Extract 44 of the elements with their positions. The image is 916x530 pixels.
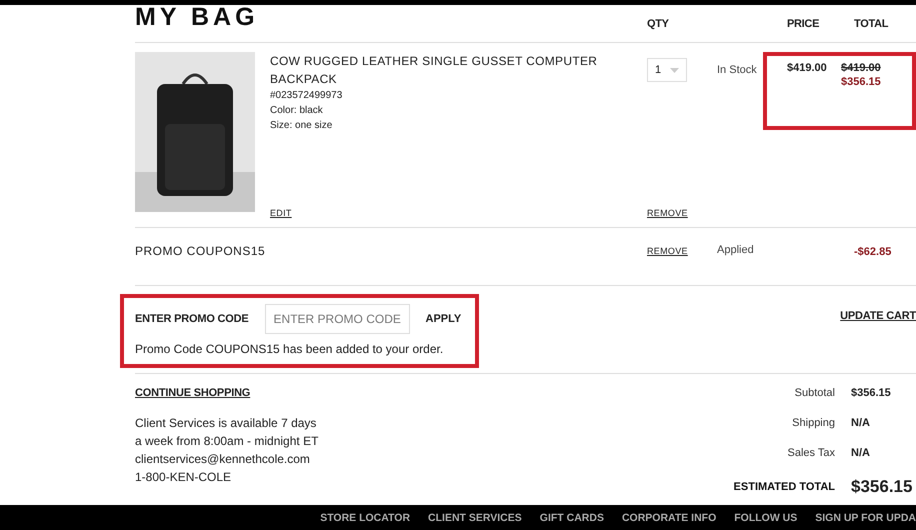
column-header: QTY: [647, 18, 669, 30]
product-name: COW RUGGED LEATHER SINGLE GUSSET COMPUTER BACKPACK: [270, 53, 598, 88]
quantity-dropdown[interactable]: 1: [647, 58, 687, 82]
sale-total: $356.15: [841, 76, 882, 88]
summary-value: $356.15: [851, 477, 914, 497]
promo-label: ENTER PROMO CODE: [135, 313, 249, 325]
summary-value: $356.15: [851, 387, 892, 399]
footer-link[interactable]: CORPORATE INFO: [622, 512, 716, 524]
service-info-line: Client Services is available 7 days: [135, 415, 318, 432]
discount-amount: -$62.85: [854, 246, 892, 258]
footer-link[interactable]: STORE LOCATOR: [320, 512, 410, 524]
summary-label: Sales Tax: [786, 447, 835, 459]
column-header: PRICE: [787, 18, 820, 30]
column-header: TOTAL: [854, 18, 888, 30]
promo-status: Applied: [717, 244, 755, 256]
update-cart-link[interactable]: UPDATE CART: [840, 310, 916, 322]
footer-link[interactable]: SIGN UP FOR UPDA: [815, 512, 916, 524]
page-title: MY BAG: [135, 5, 260, 30]
product-size: Size: one size: [270, 119, 334, 133]
edit-link[interactable]: EDIT: [270, 208, 292, 218]
remove-link[interactable]: REMOVE: [647, 208, 688, 218]
promo-code-field[interactable]: ENTER PROMO CODE: [264, 304, 410, 334]
unit-price: $419.00: [787, 62, 828, 76]
footer-link[interactable]: GIFT CARDS: [540, 512, 604, 524]
remove-link[interactable]: REMOVE: [647, 246, 688, 256]
product-sku: #023572499973: [270, 89, 344, 103]
summary-label: Subtotal: [794, 387, 835, 399]
summary-value: N/A: [851, 447, 871, 459]
footer-link[interactable]: FOLLOW US: [734, 512, 798, 524]
continue-shopping-link[interactable]: CONTINUE SHOPPING: [135, 387, 250, 399]
service-info-line: a week from 8:00am - midnight ET: [135, 433, 318, 450]
apply-button[interactable]: APPLY: [426, 313, 462, 325]
summary-label: ESTIMATED TOTAL: [732, 481, 835, 493]
service-info-line: 1-800-KEN-COLE: [135, 469, 232, 486]
original-total: $419.00: [841, 62, 882, 74]
promo-message: Promo Code COUPONS15 has been added to your order.: [135, 342, 444, 356]
service-info-line: clientservices@kennethcole.com: [135, 451, 311, 468]
summary-label: Shipping: [791, 417, 835, 429]
footer-link[interactable]: CLIENT SERVICES: [428, 512, 522, 524]
stock-status: In Stock: [717, 64, 758, 78]
promo-name: PROMO COUPONS15: [135, 244, 266, 258]
caret-icon: [670, 68, 679, 72]
summary-value: N/A: [851, 417, 871, 429]
product-color: Color: black: [270, 104, 324, 118]
